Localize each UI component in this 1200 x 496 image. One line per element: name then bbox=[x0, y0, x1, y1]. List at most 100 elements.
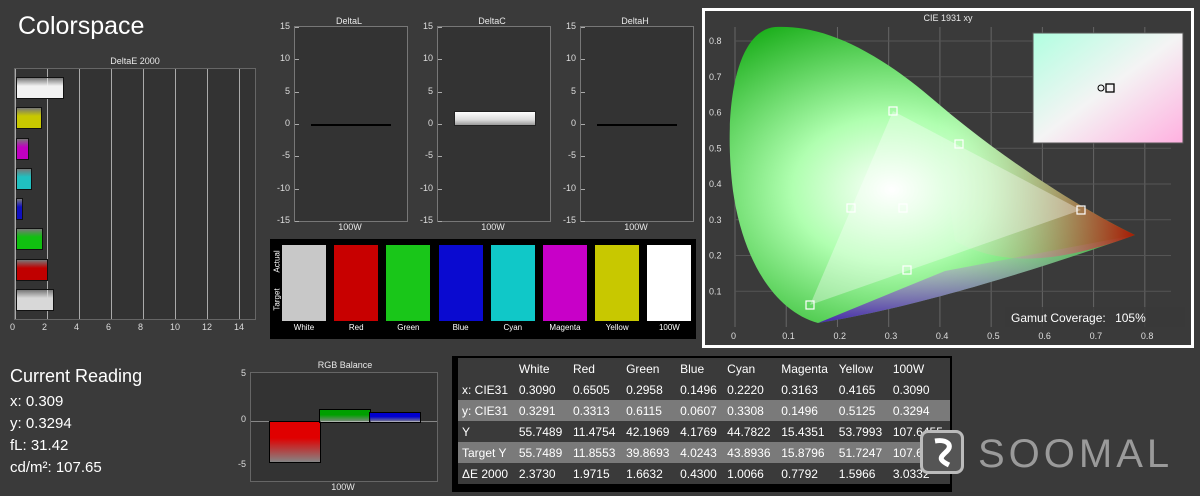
cie-xtick: 0 bbox=[731, 331, 736, 341]
delta-value-bar bbox=[597, 124, 677, 126]
table-row: Target Y 55.7489 11.8553 39.8693 4.0243 43.89… bbox=[458, 442, 950, 463]
delta-ytick: -15 bbox=[562, 215, 576, 225]
rgb-balance-title: RGB Balance bbox=[317, 360, 373, 370]
table-cell: ΔE 2000 bbox=[458, 463, 515, 484]
rgb-bar bbox=[319, 408, 371, 423]
delta-tickmark bbox=[295, 59, 299, 61]
table-cell: 15.4351 bbox=[777, 421, 835, 442]
deltae-plot-area bbox=[14, 68, 256, 320]
rgb-bar bbox=[369, 412, 421, 423]
table-header-cell: 100W bbox=[888, 358, 950, 379]
cie-xtick: 0.1 bbox=[782, 331, 795, 341]
deltae-xtick: 14 bbox=[234, 322, 245, 332]
measurement-table-grid: White Red Green Blue Cyan Magenta Yellow 100W x:… bbox=[458, 358, 950, 484]
delta-ytick: -5 bbox=[567, 150, 576, 161]
cie-plot: 0 0.1 0.2 0.3 0.4 0.5 0.6 0.7 0.8 0.8 0.7 0.6 0.5 0.4… bbox=[709, 26, 1185, 341]
cie-xtick: 0.7 bbox=[1090, 331, 1103, 341]
delta-ytick: -15 bbox=[276, 215, 290, 225]
table-row: ΔE 2000 2.3730 1.9715 1.6632 0.4300 1.0066 0.7… bbox=[458, 463, 950, 484]
table-header-cell: Yellow bbox=[834, 358, 889, 379]
cie-xtick: 0.6 bbox=[1038, 331, 1051, 341]
table-cell: 0.6115 bbox=[622, 400, 677, 421]
delta-ytick: 10 bbox=[565, 53, 576, 64]
delta-ytick: 0 bbox=[570, 118, 576, 128]
table-cell: 0.0607 bbox=[676, 400, 724, 421]
swatch-label: Yellow bbox=[605, 323, 629, 332]
swatch-label: 100W bbox=[658, 323, 680, 332]
delta-value-bar bbox=[454, 111, 536, 126]
reading-y: y: 0.3294 bbox=[10, 415, 72, 432]
delta-ytick: 15 bbox=[565, 21, 576, 31]
deltae-chart: DeltaE 2000 0 2 4 6 8 10 12 14 bbox=[10, 56, 260, 336]
deltae-xticks: 0 2 4 6 8 10 12 14 bbox=[10, 322, 254, 334]
delta-tickmark bbox=[295, 91, 299, 93]
swatch-color bbox=[386, 245, 431, 321]
table-cell: 1.6632 bbox=[622, 463, 677, 484]
table-cell: 2.3730 bbox=[514, 463, 569, 484]
swatch-label: Magenta bbox=[549, 323, 581, 332]
table-header-cell: Blue bbox=[676, 358, 724, 379]
delta-ytick: -15 bbox=[419, 215, 433, 225]
table-cell: 53.7993 bbox=[834, 421, 889, 442]
delta-panel-plot bbox=[294, 26, 408, 222]
table-cell: 15.8796 bbox=[777, 442, 835, 463]
table-cell: 55.7489 bbox=[514, 421, 569, 442]
swatch-color bbox=[543, 245, 587, 321]
table-cell: 51.7247 bbox=[834, 442, 889, 463]
deltae-bar bbox=[16, 137, 29, 160]
deltae-bar bbox=[16, 288, 54, 311]
delta-ytick: 5 bbox=[427, 85, 433, 96]
table-cell: 0.3163 bbox=[777, 379, 835, 400]
delta-tickmark bbox=[295, 27, 299, 28]
table-cell: 0.3308 bbox=[723, 400, 778, 421]
cie-xtick: 0.3 bbox=[885, 331, 898, 341]
table-cell: 1.9715 bbox=[568, 463, 623, 484]
cie-ytick: 0.8 bbox=[709, 36, 722, 46]
actual-row-label: Actual bbox=[272, 250, 282, 273]
delta-value-bar bbox=[311, 124, 391, 126]
delta-tickmark bbox=[581, 91, 585, 93]
table-header-cell: Green bbox=[622, 358, 677, 379]
table-cell: Y bbox=[458, 421, 515, 442]
delta-tickmark bbox=[581, 59, 585, 61]
delta-tickmark bbox=[581, 27, 585, 28]
delta-tickmark bbox=[438, 27, 442, 28]
deltae-gridline bbox=[111, 69, 112, 319]
cie-inner: CIE 1931 xy 0 0.1 0.2 0.3 0.4 0.5 0.6 0.… bbox=[705, 11, 1191, 345]
delta-tickmark bbox=[438, 156, 442, 158]
delta-tickmark bbox=[438, 91, 442, 93]
cie-inset bbox=[1032, 32, 1184, 144]
gamut-coverage: Gamut Coverage: 105% bbox=[1011, 311, 1146, 325]
swatch-label: Blue bbox=[452, 323, 469, 332]
table-row: y: CIE31 0.3291 0.3313 0.6115 0.0607 0.3308 0.… bbox=[458, 400, 950, 421]
deltae-gridline bbox=[79, 69, 80, 319]
delta-panel: DeltaL 15 10 5 0 -5 -10 -15 100W bbox=[270, 14, 410, 234]
table-cell: 11.8553 bbox=[568, 442, 623, 463]
rgb-balance-xlabel: 100W bbox=[331, 482, 355, 492]
delta-tickmark bbox=[295, 156, 299, 158]
cie-xtick: 0.8 bbox=[1141, 331, 1154, 341]
delta-panels: DeltaL 15 10 5 0 -5 -10 -15 100W DeltaC 15 10 5 0 -5 -1… bbox=[270, 14, 700, 234]
delta-tickmark bbox=[438, 124, 442, 125]
delta-tickmark bbox=[295, 188, 299, 190]
cie-xtick: 0.5 bbox=[987, 331, 1000, 341]
swatch-color bbox=[647, 245, 692, 321]
cie-ytick: 0.4 bbox=[709, 179, 722, 189]
table-cell: 0.2958 bbox=[622, 379, 677, 400]
table-row: Y 55.7489 11.4754 42.1969 4.1769 44.7822 15.43… bbox=[458, 421, 950, 442]
delta-panel: DeltaH 15 10 5 0 -5 -10 -15 100W bbox=[556, 14, 696, 234]
delta-ytick: 10 bbox=[422, 53, 433, 64]
cie-ytick: 0.3 bbox=[709, 215, 722, 225]
current-reading-heading: Current Reading bbox=[10, 366, 143, 386]
deltae-xtick: 10 bbox=[170, 322, 181, 332]
delta-tickmark bbox=[581, 156, 585, 158]
measurement-table: White Red Green Blue Cyan Magenta Yellow 100W x:… bbox=[452, 356, 952, 492]
delta-ytick: 5 bbox=[284, 85, 290, 96]
cie-ytick: 0.6 bbox=[709, 108, 722, 118]
delta-tickmark bbox=[438, 188, 442, 190]
deltae-bar bbox=[16, 167, 32, 190]
delta-panel: DeltaC 15 10 5 0 -5 -10 -15 100W bbox=[413, 14, 553, 234]
deltae-bar bbox=[16, 198, 23, 221]
delta-ytick: -5 bbox=[424, 150, 433, 161]
current-reading-panel: Current Reading x: 0.309 y: 0.3294 fL: 3… bbox=[10, 366, 210, 476]
